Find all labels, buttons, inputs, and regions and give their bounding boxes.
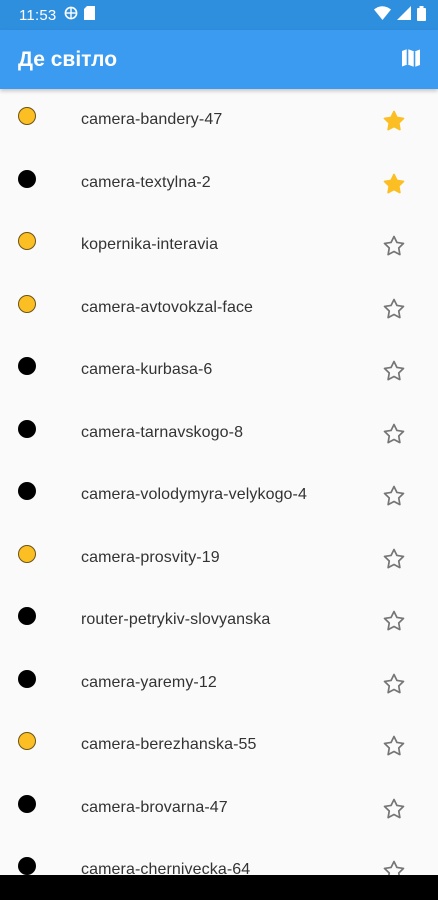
map-button[interactable] [398, 47, 424, 73]
list-item[interactable]: camera-berezhanska-55 [0, 714, 438, 777]
cellular-signal-icon [397, 6, 411, 24]
location-list: camera-bandery-47 camera-textylna-2 kopern… [0, 89, 438, 875]
list-item[interactable]: kopernika-interavia [0, 214, 438, 277]
vpn-globe-icon [64, 6, 78, 24]
item-label: camera-prosvity-19 [81, 548, 220, 566]
status-dot-partial [18, 732, 36, 750]
list-item[interactable]: camera-bandery-47 [0, 89, 438, 152]
item-label: camera-tarnavskogo-8 [81, 423, 244, 441]
item-label: camera-avtovokzal-face [81, 298, 254, 316]
battery-icon [417, 5, 426, 25]
map-icon [400, 47, 422, 74]
item-label: camera-brovarna-47 [81, 798, 228, 816]
list-item[interactable]: camera-textylna-2 [0, 152, 438, 215]
status-dot-off [18, 669, 36, 688]
status-dot-off [18, 482, 36, 500]
star-outline-icon[interactable] [382, 297, 406, 321]
list-item[interactable]: camera-kurbasa-6 [0, 339, 438, 402]
star-outline-icon[interactable] [382, 234, 406, 258]
status-dot-partial [18, 107, 36, 125]
sd-card-icon [84, 6, 96, 24]
star-outline-icon[interactable] [382, 859, 406, 875]
app-bar: Де світло [0, 30, 438, 89]
list-item[interactable]: camera-prosvity-19 [0, 527, 438, 590]
status-dot-partial [18, 232, 36, 250]
status-bar: 11:53 [0, 0, 438, 30]
list-item[interactable]: camera-yaremy-12 [0, 652, 438, 715]
status-time: 11:53 [19, 6, 57, 24]
star-outline-icon[interactable] [382, 359, 406, 383]
status-dot-off [18, 419, 36, 438]
star-outline-icon[interactable] [382, 797, 406, 821]
status-dot-partial [18, 294, 36, 313]
item-label: camera-textylna-2 [81, 173, 211, 191]
status-dot-off [18, 857, 36, 875]
status-dot-off [18, 169, 36, 188]
list-item[interactable]: camera-volodymyra-velykogo-4 [0, 464, 438, 527]
status-dot-partial [18, 544, 36, 563]
item-label: camera-berezhanska-55 [81, 736, 257, 753]
navigation-bar [0, 875, 438, 900]
item-label: kopernika-interavia [81, 236, 219, 253]
star-filled-icon[interactable] [382, 109, 406, 133]
item-label: camera-bandery-47 [81, 111, 223, 128]
item-label: camera-kurbasa-6 [81, 361, 213, 378]
star-outline-icon[interactable] [382, 547, 406, 571]
app-title: Де світло [18, 47, 118, 71]
item-label: camera-yaremy-12 [81, 673, 217, 691]
list-item[interactable]: camera-avtovokzal-face [0, 277, 438, 340]
item-label: router-petrykiv-slovyanska [81, 611, 271, 628]
item-label: camera-volodymyra-velykogo-4 [81, 486, 307, 503]
star-outline-icon[interactable] [382, 734, 406, 758]
list-item[interactable]: router-petrykiv-slovyanska [0, 589, 438, 652]
star-outline-icon[interactable] [382, 672, 406, 696]
star-filled-icon[interactable] [382, 172, 406, 196]
star-outline-icon[interactable] [382, 422, 406, 446]
status-dot-off [18, 357, 36, 375]
list-item[interactable]: camera-tarnavskogo-8 [0, 402, 438, 465]
list-item[interactable]: camera-chernivecka-64 [0, 839, 438, 875]
list-item[interactable]: camera-brovarna-47 [0, 777, 438, 840]
status-dot-off [18, 607, 36, 625]
item-label: camera-chernivecka-64 [81, 861, 251, 875]
status-dot-off [18, 794, 36, 813]
star-outline-icon[interactable] [382, 484, 406, 508]
star-outline-icon[interactable] [382, 609, 406, 633]
wifi-icon [374, 6, 391, 24]
